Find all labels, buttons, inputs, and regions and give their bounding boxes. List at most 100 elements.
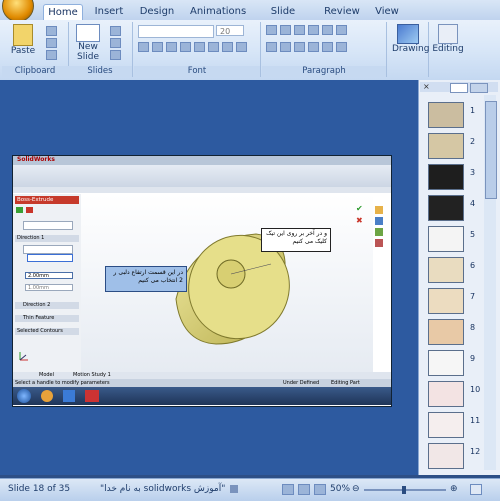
zoom-slider[interactable] <box>364 486 446 494</box>
tab-review[interactable]: Review <box>322 4 362 20</box>
decrease-indent-icon[interactable] <box>294 25 305 35</box>
zoom-slider-handle[interactable] <box>402 486 406 494</box>
end-condition-dropdown[interactable] <box>23 245 73 254</box>
spacing-icon[interactable] <box>208 42 219 52</box>
view-palette-icon[interactable] <box>375 239 383 247</box>
layout-icon[interactable] <box>110 26 121 36</box>
direction1-header[interactable]: Direction 1 <box>15 235 79 242</box>
tab-home[interactable]: Home <box>43 4 83 21</box>
change-case-icon[interactable] <box>222 42 233 52</box>
reset-icon[interactable] <box>110 38 121 48</box>
cancel-x-icon[interactable] <box>26 207 33 213</box>
ie-icon[interactable] <box>63 390 75 402</box>
paste-button[interactable]: Paste <box>8 24 38 56</box>
drawing-button[interactable]: Drawing <box>392 24 429 54</box>
callout-finish-check[interactable]: و در آخر بر روی این تیک کلیک می کنیم <box>261 228 331 252</box>
current-slide[interactable]: SolidWorks Boss-Extrude Direction 1 2.00… <box>12 155 392 407</box>
new-slide-button[interactable]: New Slide <box>72 24 104 62</box>
align-text-icon[interactable] <box>336 42 347 52</box>
outline-tab[interactable] <box>470 83 488 93</box>
slide-thumbnail[interactable] <box>428 102 464 128</box>
slide-sorter-icon[interactable] <box>298 484 310 495</box>
ok-check-icon[interactable] <box>16 207 23 213</box>
slide-thumbnail[interactable] <box>428 319 464 345</box>
slide-number: 11 <box>470 416 481 425</box>
paste-label: Paste <box>10 46 36 56</box>
slide-show-icon[interactable] <box>314 484 326 495</box>
slide-thumbnail[interactable] <box>428 443 464 469</box>
slide-thumbnail[interactable] <box>428 226 464 252</box>
tab-insert[interactable]: Insert <box>92 4 126 20</box>
selected-contours-header[interactable]: Selected Contours <box>15 328 79 335</box>
slide-thumbnail[interactable] <box>428 350 464 376</box>
font-name-dropdown[interactable] <box>138 25 214 38</box>
design-library-icon[interactable] <box>375 217 383 225</box>
slide-thumbnail[interactable] <box>428 257 464 283</box>
text-direction-icon[interactable] <box>336 25 347 35</box>
motion-study-tab[interactable]: Motion Study 1 <box>73 372 111 378</box>
bullets-icon[interactable] <box>266 25 277 35</box>
slide-thumbnail[interactable] <box>428 195 464 221</box>
thin-feature-header[interactable]: Thin Feature <box>15 315 79 322</box>
zoom-in-icon[interactable]: ⊕ <box>450 484 458 494</box>
slide-number: 3 <box>470 168 476 177</box>
solidworks-taskbar-icon[interactable] <box>85 390 99 402</box>
firefox-icon[interactable] <box>41 390 53 402</box>
increase-indent-icon[interactable] <box>308 25 319 35</box>
scroll-thumb[interactable] <box>485 101 497 199</box>
confirm-check-icon[interactable]: ✔ <box>356 204 364 213</box>
columns-icon[interactable] <box>322 42 333 52</box>
zoom-out-icon[interactable]: ⊖ <box>352 484 360 494</box>
sw-toolbar <box>13 165 391 188</box>
bold-icon[interactable] <box>138 42 149 52</box>
office-button[interactable] <box>2 0 34 22</box>
underline-icon[interactable] <box>166 42 177 52</box>
font-color-icon[interactable] <box>236 42 247 52</box>
axis-triad-icon <box>17 350 29 362</box>
slide-thumbnail[interactable] <box>428 381 464 407</box>
font-size-dropdown[interactable]: 20 <box>216 25 244 36</box>
cut-icon[interactable] <box>46 26 57 36</box>
direction-field[interactable] <box>27 254 73 262</box>
justify-icon[interactable] <box>308 42 319 52</box>
italic-icon[interactable] <box>152 42 163 52</box>
font-format-row <box>138 42 254 52</box>
panel-close-icon[interactable]: × <box>423 82 430 91</box>
strikethrough-icon[interactable] <box>180 42 191 52</box>
spelling-icon[interactable] <box>230 485 238 493</box>
copy-icon[interactable] <box>46 38 57 48</box>
tab-view[interactable]: View <box>372 4 402 20</box>
slides-tab[interactable] <box>450 83 468 93</box>
model-tab[interactable]: Model <box>39 372 54 378</box>
paragraph-group-label: Paragraph <box>262 66 386 77</box>
zoom-level[interactable]: 50% <box>330 484 350 494</box>
delete-slide-icon[interactable] <box>110 50 121 60</box>
resources-icon[interactable] <box>375 206 383 214</box>
draft-input[interactable]: 1.00mm <box>25 284 73 291</box>
callout-height-value[interactable]: در این قسمت ارتفاع دلبی ر 2 انتخاب می کن… <box>105 266 187 292</box>
normal-view-icon[interactable] <box>282 484 294 495</box>
line-spacing-icon[interactable] <box>322 25 333 35</box>
slide-thumbnail[interactable] <box>428 288 464 314</box>
align-left-icon[interactable] <box>266 42 277 52</box>
direction2-header[interactable]: Direction 2 <box>15 302 79 309</box>
editing-button[interactable]: Editing <box>432 24 464 54</box>
tab-animations[interactable]: Animations <box>190 4 246 20</box>
file-explorer-icon[interactable] <box>375 228 383 236</box>
slide-thumbnail[interactable] <box>428 164 464 190</box>
format-painter-icon[interactable] <box>46 50 57 60</box>
slide-thumbnail[interactable] <box>428 133 464 159</box>
align-center-icon[interactable] <box>280 42 291 52</box>
shadow-icon[interactable] <box>194 42 205 52</box>
tab-slide-show[interactable]: Slide Show <box>258 4 308 33</box>
align-right-icon[interactable] <box>294 42 305 52</box>
slides-scrollbar[interactable] <box>484 95 497 470</box>
tab-design[interactable]: Design <box>138 4 176 20</box>
start-orb-icon[interactable] <box>17 389 31 403</box>
depth-input[interactable]: 2.00mm <box>25 272 73 279</box>
sketch-plane-dropdown[interactable] <box>23 221 73 230</box>
fit-slide-icon[interactable] <box>470 484 482 495</box>
numbering-icon[interactable] <box>280 25 291 35</box>
cancel-corner-icon[interactable]: ✖ <box>356 216 364 225</box>
slide-thumbnail[interactable] <box>428 412 464 438</box>
